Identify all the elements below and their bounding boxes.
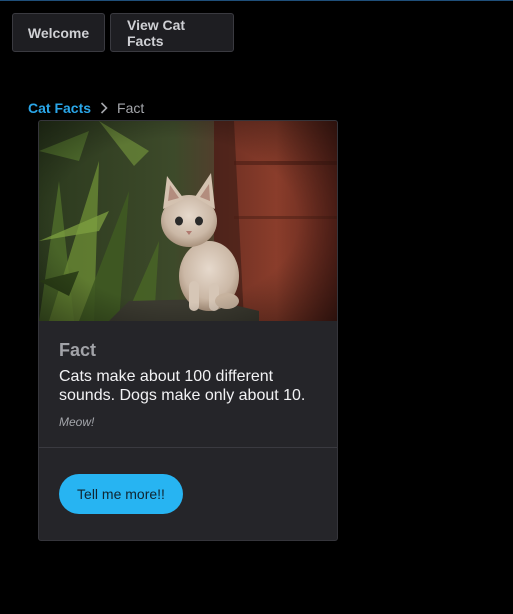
breadcrumb-current: Fact xyxy=(117,100,145,116)
card-body: Fact Cats make about 100 different sound… xyxy=(59,339,321,429)
breadcrumb: Cat Facts Fact xyxy=(28,100,144,116)
card-subtext: Meow! xyxy=(59,415,95,429)
chevron-right-icon xyxy=(100,102,108,114)
fact-card: Fact Cats make about 100 different sound… xyxy=(38,120,338,541)
view-cat-facts-button[interactable]: View Cat Facts xyxy=(110,13,234,52)
card-divider xyxy=(39,447,337,448)
card-text: Cats make about 100 different sounds. Do… xyxy=(59,368,306,404)
top-nav: Welcome View Cat Facts xyxy=(12,13,234,52)
breadcrumb-link-cat-facts[interactable]: Cat Facts xyxy=(28,100,91,116)
welcome-button[interactable]: Welcome xyxy=(12,13,105,52)
kitten-image xyxy=(39,121,337,321)
top-border-line xyxy=(0,0,513,1)
card-title: Fact xyxy=(59,340,97,360)
tell-me-more-button[interactable]: Tell me more!! xyxy=(59,474,183,514)
